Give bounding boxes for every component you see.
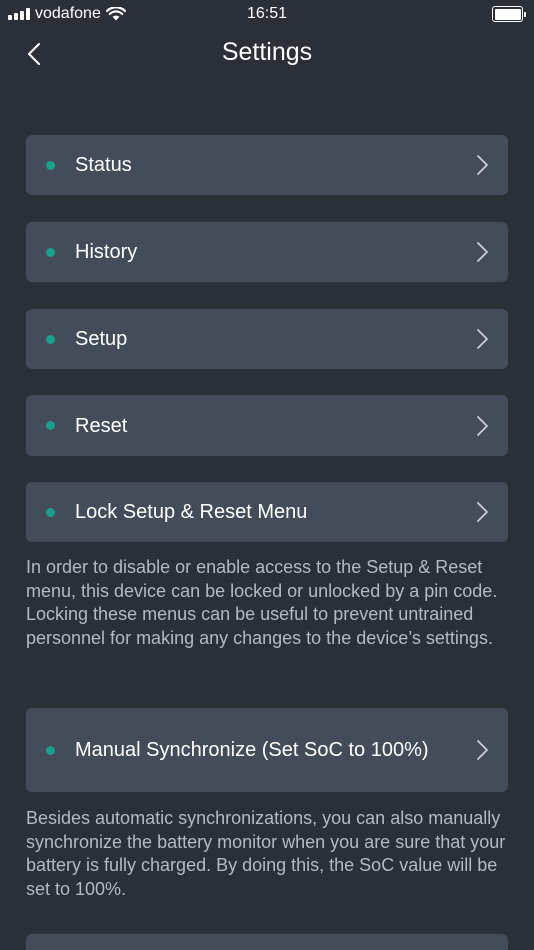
menu-item-label: History [75, 241, 138, 263]
status-dot-icon [46, 247, 55, 257]
battery-icon [492, 6, 526, 22]
chevron-right-icon [477, 740, 488, 760]
chevron-right-icon [477, 502, 488, 522]
menu-item-reset[interactable]: Reset [26, 395, 508, 456]
chevron-right-icon [477, 329, 488, 349]
status-dot-icon [46, 334, 55, 344]
menu-item-label: Lock Setup & Reset Menu [75, 501, 308, 523]
status-dot-icon [46, 421, 55, 430]
menu-item-setup[interactable]: Setup [26, 309, 508, 369]
chevron-right-icon [477, 242, 488, 262]
settings-screen: vodafone 16:51 Settings Status History S… [0, 0, 534, 950]
menu-item-partial[interactable] [26, 934, 508, 950]
manual-sync-description: Besides automatic synchronizations, you … [26, 808, 506, 899]
menu-item-label: Reset [75, 414, 128, 437]
menu-item-status[interactable]: Status [26, 135, 508, 195]
chevron-right-icon [477, 415, 488, 436]
menu-item-label: Manual Synchronize (Set SoC to 100%) [75, 739, 429, 761]
lock-menu-description: In order to disable or enable access to … [26, 557, 498, 648]
page-title: Settings [221, 38, 313, 66]
status-dot-icon [46, 745, 55, 755]
status-time: 16:51 [246, 5, 288, 22]
status-dot-icon [46, 507, 55, 517]
menu-item-history[interactable]: History [26, 222, 508, 282]
status-bar: vodafone 16:51 [0, 0, 534, 28]
menu-item-lock-setup-reset[interactable]: Lock Setup & Reset Menu [26, 482, 508, 542]
status-dot-icon [46, 160, 55, 170]
menu-item-label: Status [75, 154, 132, 176]
menu-item-label: Setup [75, 328, 128, 350]
menu-item-manual-synchronize[interactable]: Manual Synchronize (Set SoC to 100%) [26, 708, 508, 792]
chevron-right-icon [477, 155, 488, 175]
navigation-header: Settings [0, 28, 534, 80]
